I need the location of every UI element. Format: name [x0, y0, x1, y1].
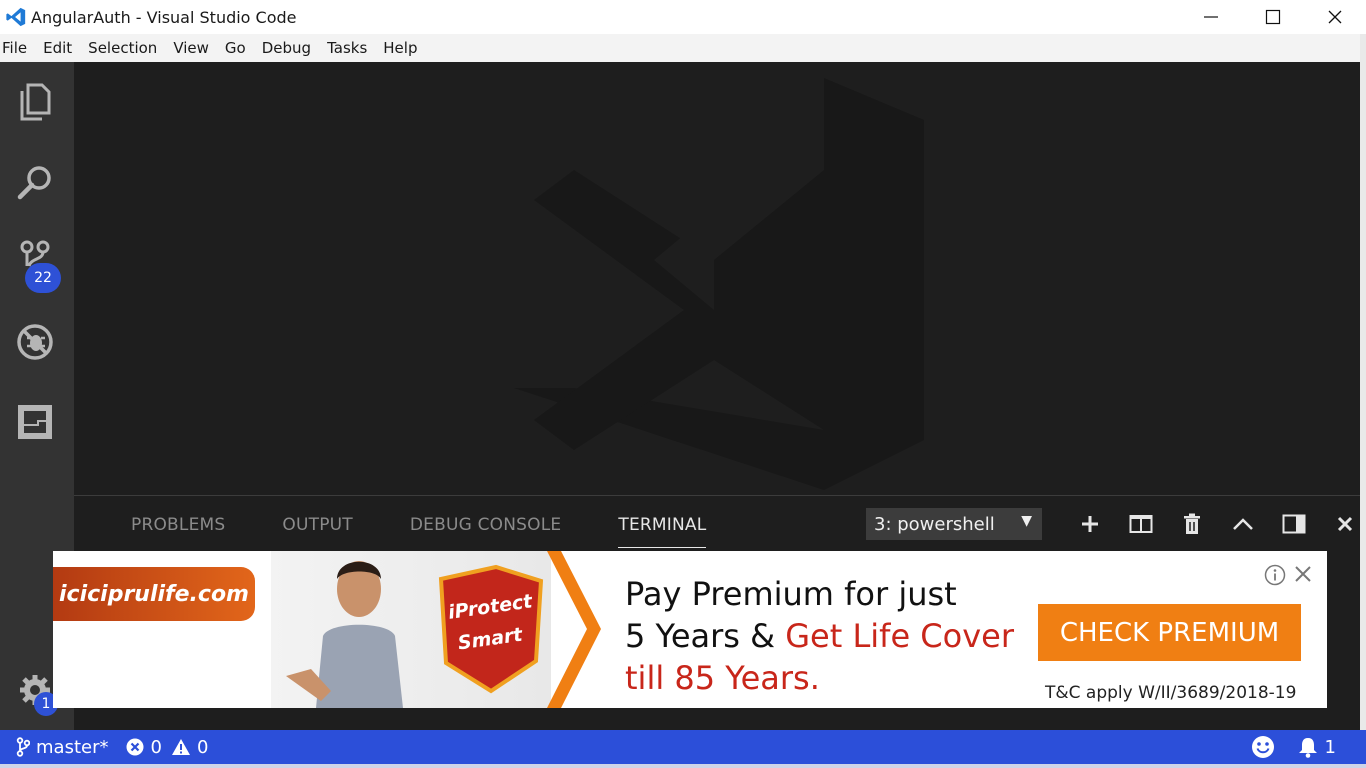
search-icon [17, 166, 51, 200]
tab-problems[interactable]: PROBLEMS [131, 496, 225, 554]
source-control-badge: 22 [25, 263, 61, 293]
notification-count: 1 [1324, 736, 1336, 758]
close-icon [1337, 516, 1352, 532]
split-icon [1129, 515, 1152, 533]
terminal-select[interactable]: 3: powershell ▼ [866, 508, 1042, 540]
ad-close-icon[interactable] [1293, 564, 1313, 584]
branch-name: master* [36, 736, 109, 758]
warning-count: 0 [196, 736, 209, 758]
ad-brand: iciciprulife.com [53, 567, 255, 621]
split-terminal-button[interactable] [1115, 508, 1166, 540]
iprotect-smart-badge: iProtect Smart [438, 564, 544, 694]
notifications-button[interactable]: 1 [1297, 730, 1336, 764]
new-terminal-button[interactable] [1064, 508, 1115, 540]
ad-chevron-shape [547, 551, 601, 708]
ad-headline: Pay Premium for just 5 Years & Get Life … [625, 573, 1014, 699]
error-icon [126, 738, 144, 756]
minimize-button[interactable] [1180, 0, 1242, 34]
trash-icon [1183, 513, 1200, 534]
window-title: AngularAuth - Visual Studio Code [31, 7, 297, 27]
kill-terminal-button[interactable] [1166, 508, 1217, 540]
window-border [1360, 34, 1366, 730]
menu-debug[interactable]: Debug [254, 39, 319, 57]
bell-icon [1298, 738, 1317, 758]
ad-headline-part-b: Get Life Cover [785, 617, 1014, 655]
menu-bar: File Edit Selection View Go Debug Tasks … [0, 34, 1366, 62]
ad-photo: iProtect Smart [271, 551, 551, 708]
ad-banner[interactable]: iciciprulife.com iProtect Smart Pay Prem… [53, 551, 1327, 708]
close-panel-button[interactable] [1319, 508, 1366, 540]
git-branch-icon [16, 737, 30, 757]
close-icon [1328, 10, 1342, 24]
ad-headline-line-3: till 85 Years. [625, 659, 820, 697]
ad-headline-line-1: Pay Premium for just [625, 575, 957, 613]
vscode-watermark-icon [514, 78, 924, 490]
explorer-icon [20, 83, 51, 121]
minimize-icon [1204, 16, 1218, 18]
check-premium-button[interactable]: CHECK PREMIUM [1038, 604, 1301, 661]
menu-tasks[interactable]: Tasks [319, 39, 375, 57]
toggle-panel-position-button[interactable] [1268, 508, 1319, 540]
error-count: 0 [150, 736, 162, 758]
add-icon [1081, 516, 1098, 532]
activity-explorer[interactable] [13, 80, 57, 124]
tab-terminal[interactable]: TERMINAL [618, 496, 707, 554]
close-window-button[interactable] [1304, 0, 1366, 34]
menu-view[interactable]: View [165, 39, 217, 57]
vscode-logo-icon [6, 7, 26, 27]
maximize-button[interactable] [1242, 0, 1304, 34]
tab-debug-console[interactable]: DEBUG CONSOLE [410, 496, 561, 554]
ad-terms: T&C apply W/II/3689/2018-19 [1045, 683, 1297, 703]
ad-headline-line-2: 5 Years & Get Life Cover [625, 615, 1014, 657]
status-branch[interactable]: master* [16, 730, 108, 764]
activity-extensions[interactable] [13, 400, 57, 444]
maximize-icon [1265, 9, 1281, 25]
panel-tabs: PROBLEMS OUTPUT DEBUG CONSOLE TERMINAL [74, 496, 707, 554]
menu-edit[interactable]: Edit [35, 39, 80, 57]
smiley-icon [1251, 736, 1274, 758]
maximize-panel-button[interactable] [1217, 508, 1268, 540]
activity-debug[interactable] [13, 320, 57, 364]
panel-layout-icon [1282, 514, 1305, 534]
feedback-button[interactable] [1251, 730, 1275, 764]
status-problems[interactable]: 0 0 [126, 730, 208, 764]
extensions-icon [18, 405, 52, 439]
debug-icon [17, 324, 53, 360]
chevron-down-icon: ▼ [1021, 513, 1032, 529]
info-icon[interactable] [1264, 564, 1286, 586]
window-controls [1180, 0, 1366, 34]
editor-area[interactable] [74, 62, 1360, 495]
status-bar: master* 0 0 1 [0, 730, 1366, 764]
person-image [286, 561, 403, 708]
panel-actions [1064, 508, 1366, 540]
terminal-select-value: 3: powershell [874, 513, 995, 535]
menu-go[interactable]: Go [217, 39, 254, 57]
menu-help[interactable]: Help [375, 39, 425, 57]
menu-file[interactable]: File [0, 39, 35, 57]
warning-icon [171, 739, 190, 755]
chevron-up-icon [1232, 518, 1253, 530]
taskbar-edge [0, 764, 1366, 768]
menu-selection[interactable]: Selection [80, 39, 165, 57]
ad-headline-part-a: 5 Years & [625, 617, 786, 655]
title-bar: AngularAuth - Visual Studio Code [0, 0, 1366, 34]
tab-output[interactable]: OUTPUT [282, 496, 353, 554]
activity-search[interactable] [13, 160, 57, 204]
